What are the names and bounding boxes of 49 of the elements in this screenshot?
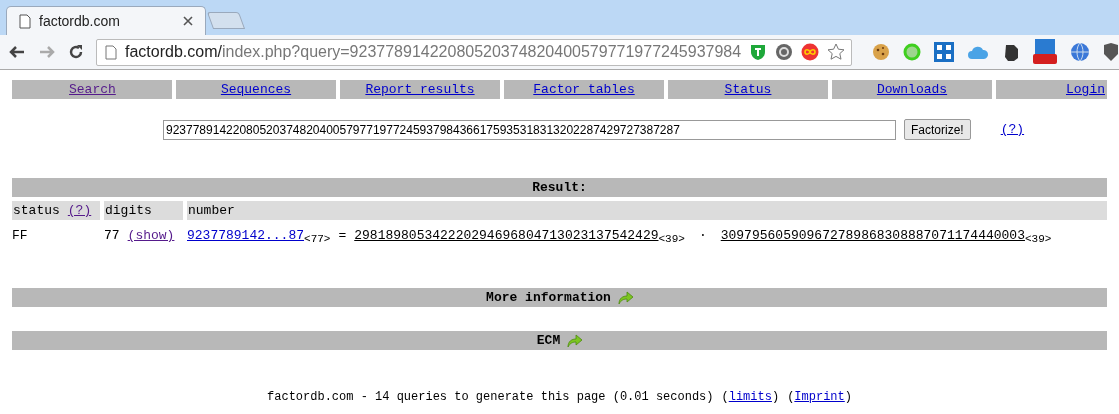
bracket: ): [771, 389, 780, 406]
bracket: (: [721, 389, 729, 406]
shield-icon[interactable]: [749, 43, 768, 61]
column-header: digits: [104, 201, 183, 220]
browser-tab[interactable]: factordb.com: [6, 6, 206, 35]
globe-icon[interactable]: [1070, 42, 1090, 62]
page-icon: [105, 44, 117, 60]
qr-code-icon[interactable]: [934, 42, 954, 62]
bracket: ): [844, 389, 852, 406]
number-input[interactable]: 92377891422080520374820400579771977245937984366175935318313202287429727387287: [163, 119, 896, 140]
factorize-button[interactable]: Factorize!: [904, 119, 971, 140]
column-header: status (?): [12, 201, 100, 220]
factor-link[interactable]: 309795605909672789868308887071174440003: [720, 226, 1025, 246]
bracket: (: [787, 389, 795, 406]
forward-icon[interactable]: [38, 44, 56, 60]
sync-icon[interactable]: [775, 43, 794, 61]
elephant-icon[interactable]: [1002, 42, 1020, 62]
shield-icon[interactable]: [1103, 42, 1119, 62]
result-header: Result:: [12, 178, 1107, 197]
equals-sign: =: [338, 227, 347, 245]
dot-separator: ·: [698, 227, 707, 245]
tab-title: factordb.com: [39, 11, 121, 31]
back-icon[interactable]: [8, 44, 26, 60]
infinity-icon[interactable]: [801, 43, 820, 61]
digits-cell-text: 77: [104, 227, 120, 245]
status-cell-text: FF: [12, 227, 29, 245]
help-link[interactable]: (?): [1000, 119, 1025, 140]
show-link[interactable]: (show): [127, 226, 175, 246]
help-link[interactable]: (?): [67, 200, 92, 221]
page-icon: [19, 13, 31, 29]
reload-icon[interactable]: [68, 44, 84, 60]
cookie-icon[interactable]: [872, 43, 890, 61]
digit-count: <39>: [658, 232, 685, 247]
number-link[interactable]: 9237789142...87: [187, 226, 305, 246]
footer-link[interactable]: limits: [728, 388, 772, 406]
factor-link[interactable]: 298189805342220294696804713023137542429: [354, 226, 659, 246]
section-header: ECM: [12, 331, 1107, 350]
address-bar[interactable]: factordb.com/index.php?query=92377891422080520374820400579771977245937984: [96, 38, 852, 66]
url-text: factordb.com/index.php?query=92377891422080520374820400579771977245937984: [125, 42, 742, 62]
close-icon[interactable]: [183, 16, 193, 26]
digit-count: <39>: [1024, 233, 1052, 247]
footer-link[interactable]: Imprint: [794, 388, 845, 406]
column-header: number: [187, 201, 1107, 220]
new-badge-icon[interactable]: [1033, 39, 1057, 65]
cloud-icon[interactable]: [967, 44, 989, 60]
digit-count: <77>: [304, 233, 331, 247]
section-header: More information: [12, 288, 1107, 307]
footer-text: factordb.com - 14 queries to generate this page (0.01 seconds): [267, 389, 714, 406]
star-icon[interactable]: [827, 43, 846, 61]
